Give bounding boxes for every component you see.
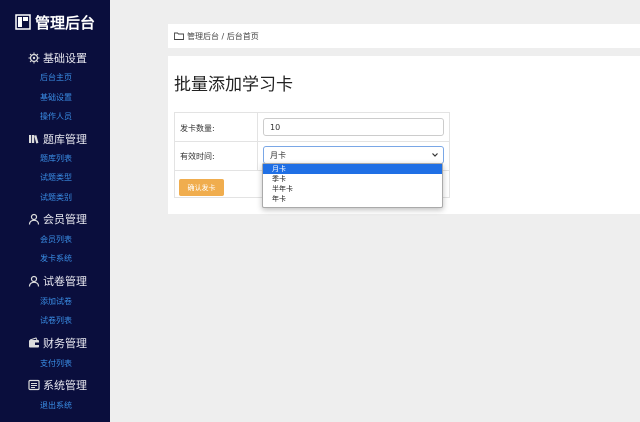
sidebar-section-system[interactable]: 系统管理 [0, 376, 110, 394]
duration-option[interactable]: 月卡 [263, 164, 442, 174]
sidebar-section-exams[interactable]: 试卷管理 [0, 272, 110, 290]
breadcrumb: 管理后台 / 后台首页 [168, 24, 640, 48]
user-icon [28, 213, 40, 225]
sidebar: 管理后台 基础设置 后台主页 基础设置 操作人员 题库管理 题库列表 试题类型 … [0, 0, 110, 422]
sidebar-item-exam-list[interactable]: 试卷列表 [40, 314, 110, 328]
sidebar-section-title: 基础设置 [43, 52, 87, 65]
user-icon [28, 275, 40, 287]
duration-option[interactable]: 年卡 [263, 194, 442, 204]
sidebar-section-basic[interactable]: 基础设置 [0, 49, 110, 67]
chevron-down-icon [431, 151, 439, 159]
sidebar-section-title: 会员管理 [43, 213, 87, 226]
dashboard-logo-icon [15, 14, 31, 30]
app-title: 管理后台 [34, 13, 95, 32]
books-icon [28, 133, 40, 145]
duration-label: 有效时间: [180, 152, 215, 161]
sidebar-item-logout[interactable]: 退出系统 [40, 399, 110, 413]
sidebar-section-members[interactable]: 会员管理 [0, 210, 110, 228]
sidebar-item-question-category[interactable]: 试题类别 [40, 191, 110, 205]
confirm-issue-button[interactable]: 确认发卡 [179, 179, 224, 196]
page-title: 批量添加学习卡 [174, 75, 293, 95]
duration-dropdown-list: 月卡 季卡 半年卡 年卡 [262, 163, 443, 208]
sidebar-item-member-list[interactable]: 会员列表 [40, 233, 110, 247]
quantity-input[interactable]: 10 [263, 118, 444, 136]
sidebar-item-question-type[interactable]: 试题类型 [40, 171, 110, 185]
brand: 管理后台 [0, 10, 110, 34]
duration-option[interactable]: 半年卡 [263, 184, 442, 194]
sidebar-section-finance[interactable]: 财务管理 [0, 334, 110, 352]
duration-option[interactable]: 季卡 [263, 174, 442, 184]
quantity-value: 10 [270, 122, 281, 132]
sidebar-section-title: 试卷管理 [43, 275, 87, 288]
folder-icon [174, 32, 184, 40]
sidebar-section-title: 系统管理 [43, 379, 87, 392]
wallet-icon [28, 337, 40, 349]
sidebar-item-basic-settings[interactable]: 基础设置 [40, 91, 110, 105]
sidebar-item-home[interactable]: 后台主页 [40, 71, 110, 85]
gear-icon [28, 52, 40, 64]
sidebar-item-question-list[interactable]: 题库列表 [40, 152, 110, 166]
sidebar-section-title: 财务管理 [43, 337, 87, 350]
divider [175, 141, 449, 142]
sidebar-section-question-bank[interactable]: 题库管理 [0, 130, 110, 148]
sidebar-item-add-exam[interactable]: 添加试卷 [40, 295, 110, 309]
sidebar-item-payment-list[interactable]: 支付列表 [40, 357, 110, 371]
sidebar-item-operators[interactable]: 操作人员 [40, 110, 110, 124]
sidebar-section-title: 题库管理 [43, 133, 87, 146]
system-icon [28, 379, 40, 391]
sidebar-item-card-system[interactable]: 发卡系统 [40, 252, 110, 266]
duration-selected-value: 月卡 [270, 150, 286, 160]
divider [257, 113, 258, 171]
quantity-label: 发卡数量: [180, 124, 215, 133]
breadcrumb-text[interactable]: 管理后台 / 后台首页 [187, 31, 259, 42]
duration-select[interactable]: 月卡 [263, 146, 444, 164]
